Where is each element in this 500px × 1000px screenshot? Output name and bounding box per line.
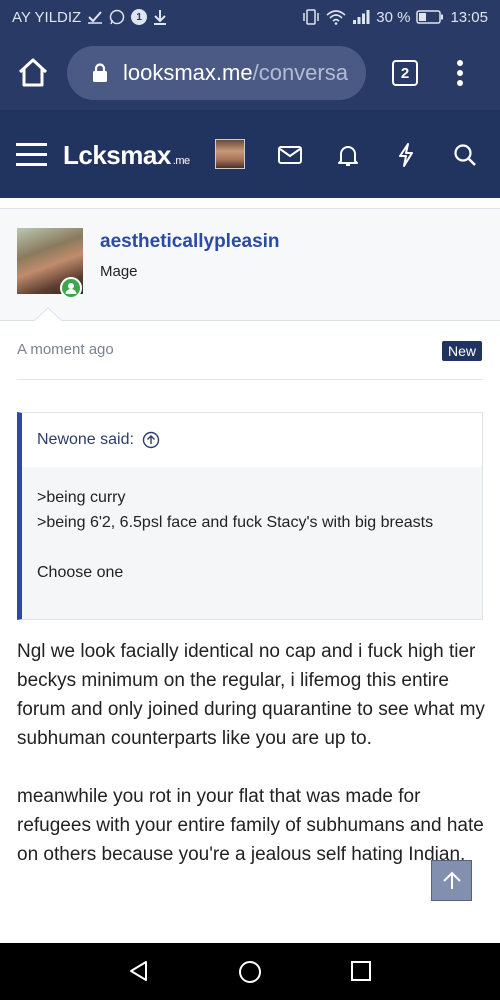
- url-host: looksmax.me: [123, 60, 253, 85]
- arrow-up-icon: [442, 871, 461, 889]
- android-nav-bar: [0, 943, 500, 1000]
- more-options-icon[interactable]: [452, 58, 468, 88]
- home-nav-icon[interactable]: [238, 960, 262, 984]
- account-avatar[interactable]: [215, 139, 245, 169]
- quote-line: Choose one: [37, 564, 124, 581]
- post-body: Ngl we look facially identical no cap an…: [17, 637, 487, 898]
- clock: 13:05: [450, 8, 488, 26]
- check-icon: [88, 11, 103, 24]
- logo-text: Lcksmax: [63, 140, 171, 170]
- quote-author[interactable]: Newone said:: [37, 431, 134, 449]
- bolt-icon[interactable]: [393, 142, 419, 168]
- post-timestamp[interactable]: A moment ago: [17, 341, 114, 358]
- lock-icon: [93, 63, 107, 82]
- home-icon[interactable]: [16, 56, 50, 90]
- whatsapp-icon: [109, 9, 125, 25]
- battery-percent: 30 %: [376, 8, 411, 26]
- hamburger-menu-icon[interactable]: [16, 142, 47, 167]
- post-paragraph: meanwhile you rot in your flat that was …: [17, 786, 484, 865]
- user-block-caret: [34, 308, 62, 322]
- scroll-to-top-button[interactable]: [431, 860, 472, 901]
- tab-switcher-button[interactable]: 2: [392, 60, 418, 86]
- mail-icon[interactable]: [277, 142, 303, 168]
- wifi-icon: [326, 10, 346, 25]
- quote-block: Newone said: >being curry >being 6'2, 6.…: [17, 412, 483, 620]
- quote-body: >being curry >being 6'2, 6.5psl face and…: [37, 485, 467, 585]
- download-icon: [154, 10, 167, 25]
- search-icon[interactable]: [452, 142, 478, 168]
- signal-icon: [353, 10, 370, 24]
- url-path: /conversa: [252, 60, 348, 85]
- bell-icon[interactable]: [335, 142, 361, 168]
- user-title: Mage: [100, 263, 138, 280]
- recents-icon[interactable]: [350, 960, 372, 982]
- back-icon[interactable]: [128, 960, 150, 982]
- post-paragraph: Ngl we look facially identical no cap an…: [17, 641, 485, 749]
- status-left: AY YILDIZ 1: [12, 9, 167, 26]
- arrow-up-circle-icon[interactable]: [142, 431, 160, 449]
- quote-line: >being curry: [37, 489, 126, 506]
- status-bar: AY YILDIZ 1 30 % 13:05: [0, 0, 500, 34]
- new-badge: New: [442, 341, 483, 361]
- quote-header[interactable]: Newone said:: [22, 413, 482, 467]
- notification-count-icon: 1: [131, 9, 148, 25]
- quote-line: >being 6'2, 6.5psl face and fuck Stacy's…: [37, 514, 434, 531]
- browser-toolbar: looksmax.me/conversa 2: [0, 34, 500, 110]
- battery-icon: [416, 10, 444, 24]
- site-header: Lcksmax .me: [0, 110, 500, 198]
- carrier-name: AY YILDIZ: [12, 8, 82, 26]
- post-user-block: aestheticallypleasin Mage: [0, 209, 500, 321]
- online-status-icon: [60, 277, 82, 299]
- address-bar[interactable]: looksmax.me/conversa: [67, 46, 366, 100]
- divider: [17, 379, 483, 380]
- vibrate-icon: [303, 9, 319, 25]
- logo-suffix: .me: [172, 155, 190, 167]
- status-right: 30 % 13:05: [302, 9, 488, 26]
- username-link[interactable]: aestheticallypleasin: [100, 231, 280, 253]
- site-logo[interactable]: Lcksmax .me: [63, 140, 190, 171]
